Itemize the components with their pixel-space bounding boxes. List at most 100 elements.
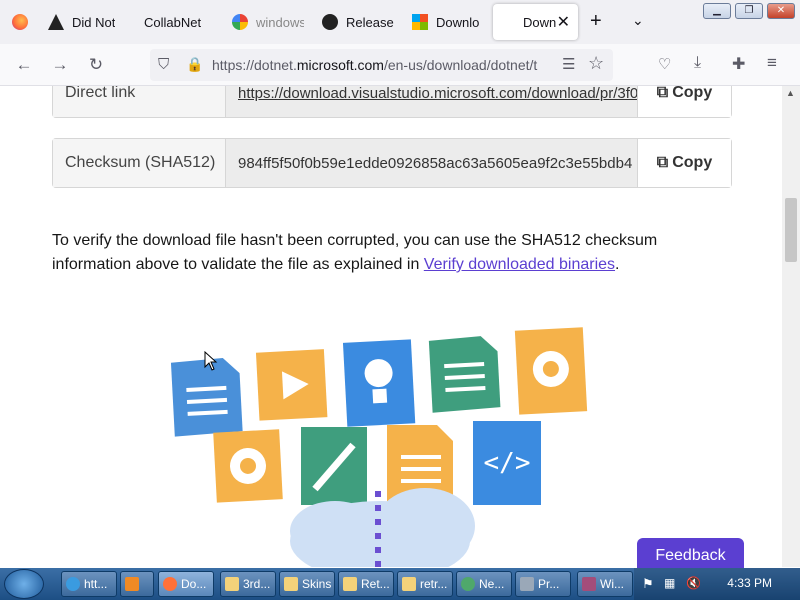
- copy-label: Copy: [672, 86, 713, 101]
- forward-arrow-icon[interactable]: →: [48, 54, 72, 76]
- tab-did-not[interactable]: Did Not: [48, 4, 128, 40]
- taskbar-item-ie[interactable]: htt...: [61, 571, 117, 597]
- copy-label: Copy: [672, 154, 713, 171]
- taskbar-item-label: htt...: [84, 577, 108, 591]
- direct-link-row: Direct link https://download.visualstudi…: [52, 86, 732, 118]
- bookmark-star-icon[interactable]: ☆: [588, 53, 604, 74]
- tab-label: Down: [523, 14, 557, 30]
- url-text[interactable]: https://dotnet.microsoft.com/en-us/downl…: [212, 57, 552, 73]
- taskbar-item-folder[interactable]: Ret...: [338, 571, 394, 597]
- firefox-icon: [163, 577, 177, 591]
- tab-label: CollabNet: [144, 14, 202, 30]
- url-bar[interactable]: ⛉ 🔒 https://dotnet.microsoft.com/en-us/d…: [150, 49, 613, 81]
- firefox-menu-icon[interactable]: [12, 14, 28, 30]
- media-player-icon: [125, 577, 139, 591]
- close-tab-icon[interactable]: ✕: [557, 12, 570, 32]
- warning-icon: [48, 14, 64, 30]
- taskbar-item-folder[interactable]: Skins: [279, 571, 335, 597]
- system-tray: ⚑ ▦ 🔇 4:33 PM: [634, 568, 800, 600]
- tab-label: Downlo: [436, 14, 480, 30]
- taskbar-item-label: 3rd...: [243, 577, 271, 591]
- menu-icon[interactable]: ≡: [767, 53, 777, 73]
- taskbar-item-label: Skins: [302, 577, 332, 591]
- page-content: Direct link https://download.visualstudi…: [0, 86, 782, 567]
- taskbar-item-folder[interactable]: retr...: [397, 571, 453, 597]
- tab-windows[interactable]: windows: [232, 4, 304, 40]
- url-path: /en-us/download/dotnet/t: [383, 57, 538, 73]
- scroll-up-arrow[interactable]: ▲: [786, 88, 795, 98]
- ie-icon: [66, 577, 80, 591]
- copy-checksum-button[interactable]: ⧉ Copy: [637, 139, 731, 187]
- direct-link-label: Direct link: [53, 86, 226, 117]
- taskbar-item-label: Pr...: [538, 577, 560, 591]
- program-icon: [520, 577, 534, 591]
- tab-list-chevron-icon[interactable]: ⌄: [632, 12, 644, 29]
- tab-release[interactable]: Release: [322, 4, 394, 40]
- document-icon: [428, 336, 501, 413]
- scrollbar-thumb[interactable]: [785, 198, 797, 262]
- taskbar-item-label: Ret...: [361, 577, 390, 591]
- lightbulb-icon: [342, 339, 416, 427]
- mouse-cursor-icon: [204, 351, 218, 371]
- google-icon: [232, 14, 248, 30]
- navigation-bar: ← → ↻ ⛉ 🔒 https://dotnet.microsoft.com/e…: [0, 44, 800, 86]
- new-tab-icon[interactable]: +: [590, 10, 602, 33]
- verify-paragraph: To verify the download file hasn't been …: [52, 229, 732, 277]
- copy-icon: ⧉: [656, 154, 669, 171]
- tab-label: Release: [346, 14, 394, 30]
- verify-end: .: [615, 256, 620, 273]
- page-scrollbar[interactable]: ▲ ▼: [782, 86, 800, 581]
- copy-direct-link-button[interactable]: ⧉ Copy: [637, 86, 731, 117]
- flag-icon[interactable]: ⚑: [642, 576, 654, 592]
- tab-download-active[interactable]: Down ✕: [493, 4, 578, 40]
- start-button[interactable]: [4, 569, 44, 599]
- checksum-row: Checksum (SHA512) 984ff5f50f0b59e1edde09…: [52, 138, 732, 188]
- downloads-icon[interactable]: ⤓: [694, 54, 701, 72]
- tab-label: Did Not: [72, 14, 116, 30]
- network-icon: [461, 577, 475, 591]
- taskbar-item-media[interactable]: [120, 571, 154, 597]
- taskbar-item-folder[interactable]: 3rd...: [220, 571, 276, 597]
- folder-icon: [343, 577, 357, 591]
- close-window-button[interactable]: ✕: [767, 3, 795, 19]
- taskbar-item-firefox[interactable]: Do...: [158, 571, 214, 597]
- taskbar-item-winrar[interactable]: Wi...: [577, 571, 633, 597]
- back-arrow-icon[interactable]: ←: [12, 54, 36, 76]
- network-tray-icon[interactable]: ▦: [664, 576, 675, 590]
- minimize-button[interactable]: ▁: [703, 3, 731, 19]
- clock[interactable]: 4:33 PM: [727, 576, 772, 590]
- gear-icon: [514, 327, 588, 415]
- checksum-label: Checksum (SHA512): [53, 139, 226, 187]
- taskbar-item-label: retr...: [420, 577, 448, 591]
- direct-link-text[interactable]: https://download.visualstudio.microsoft.…: [238, 86, 637, 102]
- lock-icon[interactable]: 🔒: [186, 56, 203, 73]
- gear-icon: [213, 429, 283, 503]
- pocket-icon[interactable]: ♡: [658, 55, 671, 73]
- wrench-icon: [301, 427, 367, 505]
- tab-download[interactable]: Downlo: [412, 4, 482, 40]
- folder-icon: [225, 577, 239, 591]
- github-icon: [322, 14, 338, 30]
- maximize-button[interactable]: ❐: [735, 3, 763, 19]
- shield-icon[interactable]: ⛉: [158, 56, 169, 73]
- tab-bar: Did Not CollabNet windows Release Downlo…: [0, 0, 800, 44]
- extensions-icon[interactable]: ✚: [732, 54, 745, 74]
- volume-muted-icon[interactable]: 🔇: [686, 576, 701, 590]
- direct-link-url[interactable]: https://download.visualstudio.microsoft.…: [226, 86, 637, 117]
- checksum-value[interactable]: 984ff5f50f0b59e1edde0926858ac63a5605ea9f…: [226, 139, 637, 187]
- reload-icon[interactable]: ↻: [84, 54, 108, 76]
- verify-binaries-link[interactable]: Verify downloaded binaries: [424, 256, 615, 273]
- taskbar-item-label: Wi...: [600, 577, 624, 591]
- url-domain: microsoft.com: [296, 57, 384, 73]
- code-icon: </>: [473, 421, 541, 505]
- play-icon: [255, 349, 328, 421]
- url-prefix: https://dotnet.: [212, 57, 297, 73]
- taskbar-item-label: Ne...: [479, 577, 505, 591]
- copy-icon: ⧉: [656, 86, 669, 101]
- taskbar: htt... Do... 3rd... Skins Ret... retr...…: [0, 568, 800, 600]
- taskbar-item-network[interactable]: Ne...: [456, 571, 512, 597]
- reader-view-icon[interactable]: ☰: [562, 55, 575, 73]
- tab-collabnet[interactable]: CollabNet: [144, 4, 224, 40]
- taskbar-item-program[interactable]: Pr...: [515, 571, 571, 597]
- folder-icon: [402, 577, 416, 591]
